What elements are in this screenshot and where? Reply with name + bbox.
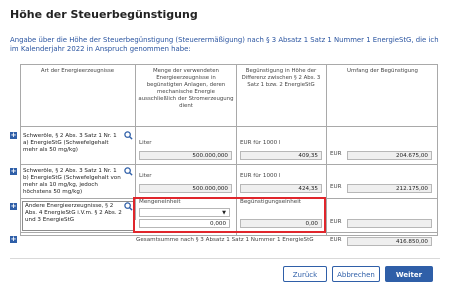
- amount-field: 204.675,00: [347, 151, 432, 160]
- add-row-button[interactable]: +: [10, 132, 17, 139]
- currency-label: EUR: [330, 184, 342, 190]
- header-menge: Menge der verwendeten Energieerzeugnisse…: [138, 68, 234, 109]
- total-amount-field: 416.850,00: [347, 237, 432, 246]
- add-row-button[interactable]: +: [10, 203, 17, 210]
- rate-label: EUR für 1000 l: [240, 173, 281, 179]
- row-label: Schweröle, § 2 Abs. 3 Satz 1 Nr. 1 b) En…: [23, 168, 121, 195]
- amount-field: 212.175,00: [347, 184, 432, 193]
- header-beguenstigung: Begünstigung in Höhe der Differenz zwisc…: [241, 68, 321, 88]
- add-row-button[interactable]: +: [10, 236, 17, 243]
- quantity-field[interactable]: 500.000,000: [139, 151, 232, 160]
- header-umfang: Umfang der Begünstigung: [347, 68, 418, 74]
- row-label: Andere Energieerzeugnisse, § 2 Abs. 4 En…: [25, 203, 122, 223]
- currency-label: EUR: [330, 219, 342, 225]
- search-icon[interactable]: [124, 167, 133, 176]
- unit-label: Liter: [139, 173, 152, 179]
- back-button[interactable]: Zurück: [283, 266, 327, 282]
- unit-label: Liter: [139, 140, 152, 146]
- total-currency: EUR: [330, 237, 342, 243]
- rate-field: 409,35: [240, 151, 322, 160]
- quantity-field[interactable]: 500.000,000: [139, 184, 232, 193]
- total-label: Gesamtsumme nach § 3 Absatz 1 Satz 1 Num…: [136, 237, 314, 243]
- cancel-button[interactable]: Abbrechen: [332, 266, 380, 282]
- rate-label: EUR für 1000 l: [240, 140, 281, 146]
- page-title: Höhe der Steuerbegünstigung: [10, 8, 198, 21]
- header-art: Art der Energieerzeugnisse: [40, 68, 115, 74]
- plus-icon: +: [10, 235, 17, 243]
- row-label: Schweröle, § 2 Abs. 3 Satz 1 Nr. 1 a) En…: [23, 133, 117, 153]
- rate-field: 424,35: [240, 184, 322, 193]
- amount-field: [347, 219, 432, 228]
- search-icon[interactable]: [124, 202, 133, 211]
- next-button[interactable]: Weiter: [385, 266, 433, 282]
- highlight-box: [133, 197, 326, 233]
- plus-icon: +: [10, 202, 17, 210]
- currency-label: EUR: [330, 151, 342, 157]
- page-description: Angabe über die Höhe der Steuerbegünstig…: [10, 36, 439, 53]
- divider: [10, 258, 440, 259]
- search-icon[interactable]: [124, 131, 133, 140]
- plus-icon: +: [10, 131, 17, 139]
- add-row-button[interactable]: +: [10, 168, 17, 175]
- plus-icon: +: [10, 167, 17, 175]
